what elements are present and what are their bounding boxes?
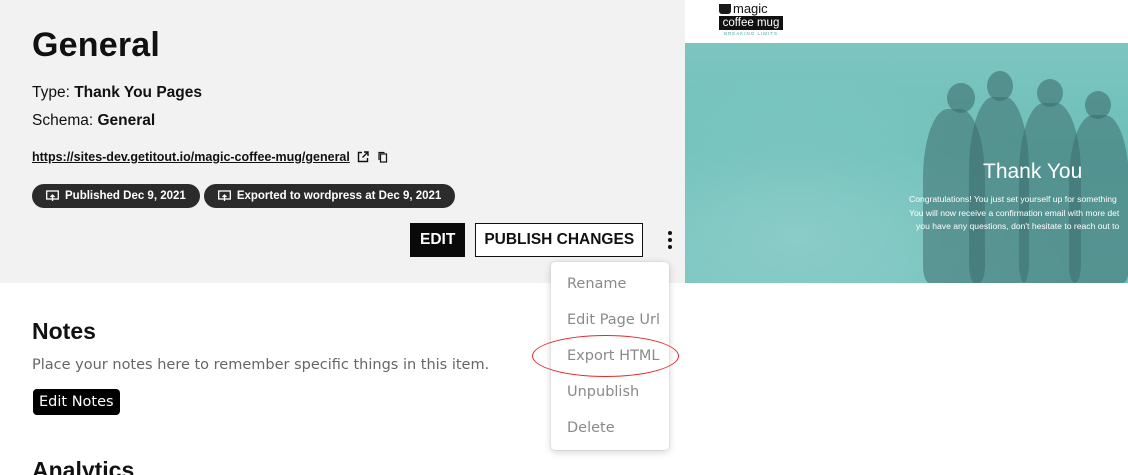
hero-title: Thank You — [983, 160, 1083, 183]
page-url-row: https://sites-dev.getitout.io/magic-coff… — [32, 150, 390, 164]
page-preview[interactable]: magic coffee mug BREAKING LIMITS Thank Y… — [685, 0, 1128, 283]
page-schema: Schema: General — [32, 112, 155, 130]
menu-item-delete[interactable]: Delete — [551, 410, 669, 446]
preview-header: magic coffee mug BREAKING LIMITS — [685, 0, 1128, 43]
logo-mid-text: coffee mug — [719, 16, 783, 30]
page-type-value: Thank You Pages — [74, 84, 202, 101]
menu-item-rename[interactable]: Rename — [551, 266, 669, 302]
page-header-panel: General Type: Thank You Pages Schema: Ge… — [0, 0, 685, 283]
status-badge-published-text: Published Dec 9, 2021 — [65, 190, 186, 202]
status-badges: Published Dec 9, 2021 Exported to wordpr… — [32, 184, 456, 208]
publish-changes-button[interactable]: PUBLISH CHANGES — [475, 223, 644, 257]
hero-text: Congratulations! You just set yourself u… — [909, 194, 1120, 231]
page-actions: EDIT PUBLISH CHANGES — [410, 223, 679, 257]
brand-logo: magic coffee mug BREAKING LIMITS — [719, 2, 783, 38]
status-badge-exported: Exported to wordpress at Dec 9, 2021 — [203, 184, 456, 208]
export-icon — [217, 190, 231, 201]
logo-top-text: magic — [733, 1, 768, 16]
page-type: Type: Thank You Pages — [32, 84, 202, 102]
status-badge-exported-text: Exported to wordpress at Dec 9, 2021 — [236, 190, 442, 202]
preview-hero: Thank You Congratulations! You just set … — [685, 43, 1128, 283]
page-schema-value: General — [97, 112, 156, 129]
publish-icon — [46, 190, 59, 201]
status-badge-published: Published Dec 9, 2021 — [32, 184, 200, 208]
logo-tagline: BREAKING LIMITS — [723, 31, 778, 36]
menu-item-unpublish[interactable]: Unpublish — [551, 374, 669, 410]
notes-heading: Notes — [32, 318, 96, 344]
notes-placeholder: Place your notes here to remember specif… — [32, 357, 490, 373]
menu-item-export-html[interactable]: Export HTML — [551, 338, 669, 374]
page-type-label: Type: — [32, 84, 75, 101]
more-options-menu: Rename Edit Page Url Export HTML Unpubli… — [551, 262, 669, 450]
page-schema-label: Schema: — [32, 112, 98, 129]
menu-item-edit-page-url[interactable]: Edit Page Url — [551, 302, 669, 338]
edit-notes-button[interactable]: Edit Notes — [33, 389, 120, 415]
analytics-heading: Analytics — [32, 457, 135, 475]
external-link-icon[interactable] — [356, 150, 370, 164]
copy-icon[interactable] — [376, 150, 390, 164]
mug-icon — [719, 4, 731, 14]
page-title: General — [32, 26, 161, 64]
edit-button[interactable]: EDIT — [410, 223, 466, 257]
more-options-icon[interactable] — [661, 223, 679, 257]
page-url-link[interactable]: https://sites-dev.getitout.io/magic-coff… — [32, 150, 350, 164]
